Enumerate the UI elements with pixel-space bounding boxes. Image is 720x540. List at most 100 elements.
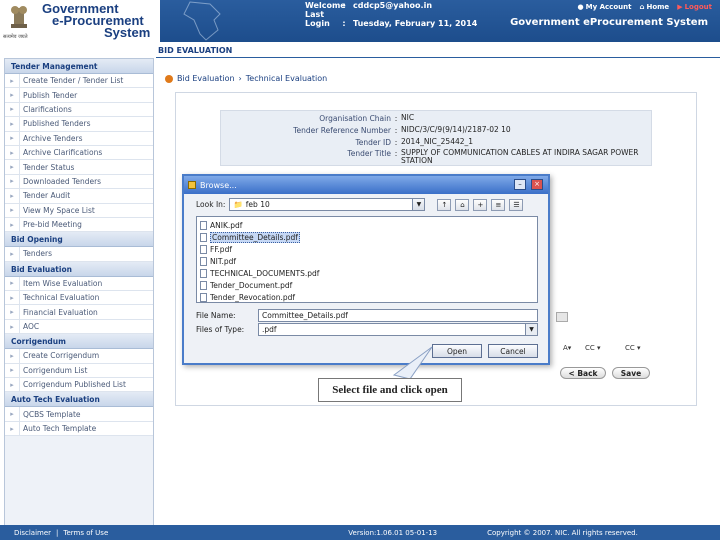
folder-icon: 📁 — [233, 200, 243, 209]
home-link[interactable]: ⌂ Home — [639, 3, 669, 11]
info-label: Tender ID — [355, 138, 391, 147]
file-icon — [200, 280, 207, 290]
welcome-row: Welcome: cddcp5@yahoo.in — [305, 1, 432, 10]
home-folder-icon[interactable]: ⌂ — [455, 198, 470, 211]
sidebar-item[interactable]: ▸ Item Wise Evaluation — [5, 276, 153, 292]
arrow-right-icon: ▸ — [10, 148, 14, 157]
file-name: Tender_Document.pdf — [210, 280, 293, 290]
dialog-titlebar[interactable]: Browse... — [184, 176, 548, 194]
file-name-input[interactable]: Committee_Details.pdf — [258, 309, 538, 322]
info-row-title: Tender Title: SUPPLY OF COMMUNICATION CAB… — [221, 149, 653, 165]
files-of-type-value: .pdf — [262, 325, 277, 334]
file-list-item[interactable]: Tender_Document.pdf — [200, 279, 534, 291]
copyright-text: Copyright © 2007. NIC. All rights reserv… — [487, 528, 638, 537]
arrow-right-icon: ▸ — [10, 191, 14, 200]
save-button[interactable]: Save — [612, 367, 650, 379]
file-list-item[interactable]: Committee_Details.pdf — [200, 231, 534, 243]
breadcrumb: Bid Evaluation › Technical Evaluation — [165, 74, 327, 83]
welcome-email: cddcp5@yahoo.in — [353, 1, 433, 10]
sidebar-item[interactable]: ▸ Technical Evaluation — [5, 291, 153, 306]
sidebar-item[interactable]: ▸ Downloaded Tenders — [5, 174, 153, 190]
chevron-down-icon[interactable]: ▼ — [412, 199, 425, 210]
sidebar-item[interactable]: ▸ Published Tenders — [5, 117, 153, 132]
info-label: Tender Reference Number — [293, 126, 391, 135]
last-login-value: Tuesday, February 11, 2014 — [353, 19, 478, 28]
sidebar-item[interactable]: ▸ AOC — [5, 319, 153, 335]
sidebar-item[interactable]: ▸ Create Corrigendum — [5, 349, 153, 364]
details-view-icon[interactable]: ☰ — [509, 198, 524, 211]
list-view-icon[interactable]: ≡ — [491, 198, 506, 211]
my-account-link[interactable]: ● My Account — [578, 3, 632, 11]
info-value: SUPPLY OF COMMUNICATION CABLES AT INDIRA… — [401, 148, 639, 165]
arrow-right-icon: ▸ — [10, 380, 14, 389]
sidebar-item[interactable]: ▸ Publish Tender — [5, 88, 153, 103]
india-map-icon — [183, 1, 221, 41]
sidebar-item[interactable]: ▸ Clarifications — [5, 102, 153, 118]
info-label: Organisation Chain — [319, 114, 391, 123]
select-1[interactable]: A▾ — [563, 344, 571, 352]
sidebar-section-title: Tender Management — [5, 59, 153, 74]
look-in-select[interactable]: 📁 feb 10 ▼ — [229, 198, 426, 211]
back-button[interactable]: < Back — [560, 367, 606, 379]
minimize-icon[interactable]: – — [514, 179, 526, 190]
upload-icon[interactable] — [556, 312, 568, 322]
look-in-value: feb 10 — [245, 200, 270, 209]
sidebar-item-label: Archive Tenders — [19, 131, 153, 145]
last-login-colon: : — [342, 19, 346, 28]
national-emblem-icon — [11, 6, 27, 28]
info-colon: : — [394, 138, 398, 147]
info-colon: : — [394, 126, 398, 135]
sidebar-item[interactable]: ▸ Archive Clarifications — [5, 145, 153, 161]
breadcrumb-item-bid-evaluation[interactable]: Bid Evaluation — [177, 74, 235, 83]
cancel-button[interactable]: Cancel — [488, 344, 538, 358]
file-list-item[interactable]: NIT.pdf — [200, 255, 534, 267]
callout-note: Select file and click open — [318, 378, 462, 402]
arrow-right-icon: ▸ — [10, 163, 14, 172]
home-label: Home — [646, 3, 670, 11]
new-folder-icon[interactable]: + — [473, 198, 488, 211]
last-login-label: Last Login — [305, 10, 330, 28]
disclaimer-link[interactable]: Disclaimer — [14, 529, 51, 537]
sidebar-item[interactable]: ▸ Tender Audit — [5, 189, 153, 204]
file-name: ANIK.pdf — [210, 220, 243, 230]
emblem-caption: सत्यमेव जयते — [3, 34, 28, 40]
last-login-row: Last Login: Tuesday, February 11, 2014 — [305, 10, 477, 28]
arrow-right-icon: ▸ — [10, 249, 14, 258]
arrow-right-icon: ▸ — [10, 220, 14, 229]
sidebar-item[interactable]: ▸ Tenders — [5, 247, 153, 262]
info-label: Tender Title — [347, 149, 391, 158]
sidebar-item-label: Create Tender / Tender List — [19, 74, 153, 88]
sidebar-item-label: Archive Clarifications — [19, 145, 153, 160]
sidebar-item[interactable]: ▸ Tender Status — [5, 160, 153, 175]
terms-of-use-link[interactable]: Terms of Use — [63, 529, 108, 537]
callout-pointer — [392, 346, 433, 380]
sidebar-item[interactable]: ▸ Create Tender / Tender List — [5, 74, 153, 89]
chevron-down-icon[interactable]: ▼ — [525, 324, 537, 335]
file-list-item[interactable]: Tender_Revocation.pdf — [200, 291, 534, 303]
sidebar-item[interactable]: ▸ Auto Tech Template — [5, 421, 153, 437]
file-list-item[interactable]: TECHNICAL_DOCUMENTS.pdf — [200, 267, 534, 279]
select-3[interactable]: CC ▾ — [625, 344, 641, 352]
sidebar-item[interactable]: ▸ Archive Tenders — [5, 131, 153, 146]
sidebar-section-title: Auto Tech Evaluation — [5, 392, 153, 408]
file-list-item[interactable]: ANIK.pdf — [200, 219, 534, 231]
sidebar-item-label: Auto Tech Template — [19, 421, 153, 436]
close-icon[interactable]: × — [531, 179, 543, 190]
sidebar-item-label: View My Space List — [19, 203, 153, 217]
sidebar-item[interactable]: ▸ Corrigendum List — [5, 363, 153, 379]
sidebar-item[interactable]: ▸ QCBS Template — [5, 407, 153, 422]
files-of-type-select[interactable]: .pdf ▼ — [258, 323, 538, 336]
sidebar-item[interactable]: ▸ View My Space List — [5, 203, 153, 218]
home-icon: ⌂ — [639, 3, 645, 11]
arrow-right-icon: ▸ — [10, 410, 14, 419]
select-2[interactable]: CC ▾ — [585, 344, 601, 352]
file-list-item[interactable]: FF.pdf — [200, 243, 534, 255]
sidebar-item[interactable]: ▸ Pre-bid Meeting — [5, 217, 153, 233]
sidebar-item[interactable]: ▸ Corrigendum Published List — [5, 378, 153, 393]
up-folder-icon[interactable]: ↑ — [437, 198, 452, 211]
arrow-right-icon: ▸ — [10, 91, 14, 100]
sidebar-item-label: QCBS Template — [19, 407, 153, 421]
logout-link[interactable]: ▶ Logout — [677, 3, 712, 11]
sidebar-item-label: Create Corrigendum — [19, 349, 153, 363]
sidebar-item[interactable]: ▸ Financial Evaluation — [5, 305, 153, 320]
